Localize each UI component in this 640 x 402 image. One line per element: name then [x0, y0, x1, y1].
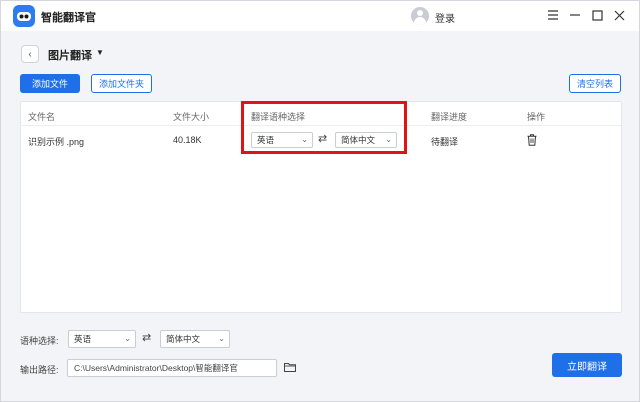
source-lang-value: 英语: [74, 334, 92, 344]
chevron-left-icon: ‹: [28, 48, 32, 60]
app-logo-icon: [13, 5, 35, 27]
trash-icon[interactable]: [527, 134, 537, 146]
app-title: 智能翻译官: [41, 12, 96, 24]
chevron-down-icon: ⌄: [218, 334, 225, 343]
output-path-label: 输出路径:: [20, 365, 59, 375]
menu-icon[interactable]: [546, 8, 560, 22]
source-lang-select[interactable]: 英语 ⌄: [68, 330, 136, 348]
target-lang-select[interactable]: 简体中文 ⌄: [160, 330, 230, 348]
maximize-icon[interactable]: [590, 8, 604, 22]
clear-list-button[interactable]: 清空列表: [569, 74, 621, 93]
lang-select-label: 语种选择:: [20, 336, 59, 346]
login-link[interactable]: 登录: [435, 10, 455, 25]
column-progress: 翻译进度: [431, 112, 468, 122]
output-path-input[interactable]: C:\Users\Administrator\Desktop\智能翻译官: [67, 359, 277, 377]
avatar-icon[interactable]: [411, 7, 429, 25]
back-button[interactable]: ‹: [21, 45, 39, 63]
translate-now-button[interactable]: 立即翻译: [552, 353, 622, 377]
page-title[interactable]: 图片翻译: [48, 47, 92, 63]
add-folder-button[interactable]: 添加文件夹: [91, 74, 152, 93]
folder-icon[interactable]: [284, 362, 296, 372]
caret-down-icon[interactable]: ▼: [96, 48, 104, 57]
row-progress: 待翻译: [431, 137, 459, 147]
close-icon[interactable]: [612, 8, 626, 22]
chevron-down-icon: ⌄: [124, 334, 131, 343]
swap-icon[interactable]: ⇄: [142, 331, 151, 344]
highlight-frame: [241, 101, 407, 154]
column-file-name: 文件名: [28, 112, 56, 122]
row-file-size: 40.18K: [173, 135, 202, 145]
app-window: 智能翻译官 登录 ‹ 图片翻译 ▼ 添加文件 添加文件夹 清空列表 文件名 文件…: [0, 0, 640, 402]
target-lang-value: 简体中文: [166, 334, 201, 344]
minimize-icon[interactable]: [568, 8, 582, 22]
row-file-name: 识别示例 .png: [28, 137, 85, 147]
title-bar: 智能翻译官 登录: [1, 1, 639, 31]
column-file-size: 文件大小: [173, 112, 210, 122]
column-actions: 操作: [527, 112, 546, 122]
add-file-button[interactable]: 添加文件: [20, 74, 80, 93]
